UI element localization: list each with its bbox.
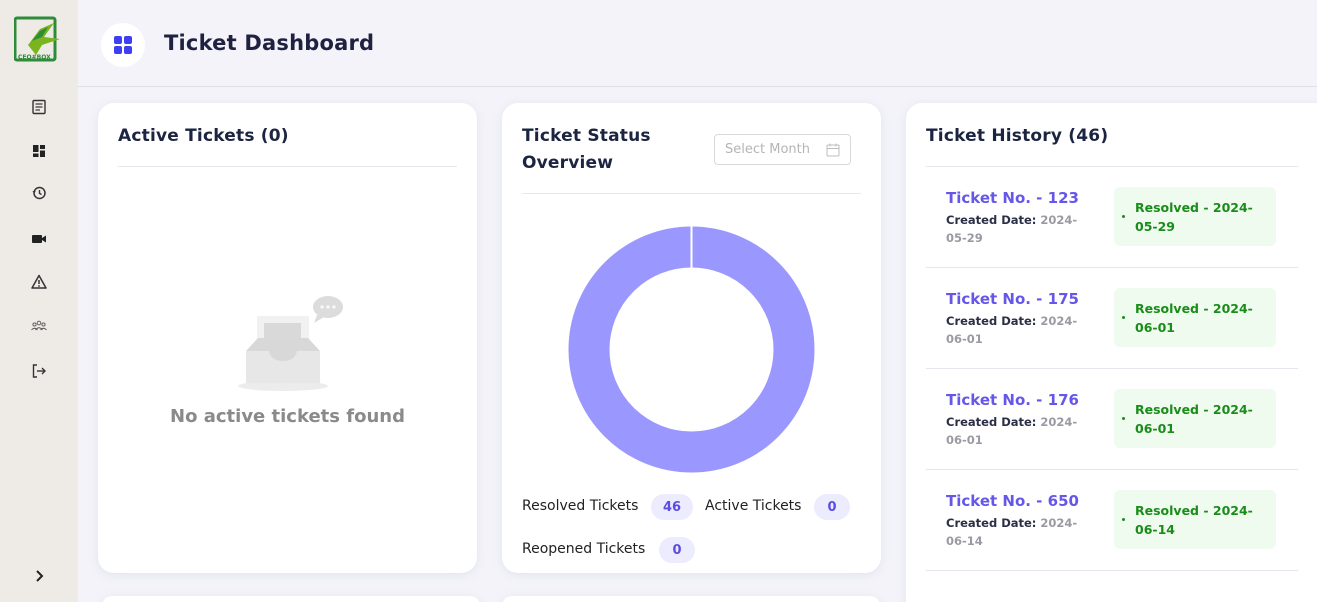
card-title: Ticket History (46) <box>926 126 1109 146</box>
empty-state-message: No active tickets found <box>170 406 405 427</box>
status-line: Resolved - 2024- <box>1135 301 1253 316</box>
created-date-label: Created Date: <box>946 314 1037 328</box>
empty-inbox-icon <box>238 296 343 391</box>
donut-slice-resolved-tickets[interactable] <box>568 226 815 473</box>
status-dot-icon <box>1122 316 1125 319</box>
legend-reopened-label: Reopened Tickets <box>522 541 646 557</box>
created-date-value: 2024- <box>1040 516 1078 530</box>
created-date: Created Date: 2024- 06-14 <box>946 514 1096 550</box>
status-line: Resolved - 2024- <box>1135 200 1253 215</box>
card-title: Active Tickets (0) <box>118 126 289 146</box>
history-icon[interactable] <box>29 183 49 203</box>
created-date: Created Date: 2024- 06-01 <box>946 413 1096 449</box>
ticket-status-card: Ticket Status Overview Select Month Reso… <box>502 103 881 573</box>
lower-card <box>502 596 880 602</box>
status-badge: Resolved - 2024- 06-01 <box>1114 288 1276 347</box>
ticket-history-item[interactable]: Ticket No. - 176 Created Date: 2024- 06-01… <box>926 369 1298 470</box>
month-select-placeholder: Select Month <box>725 142 810 157</box>
created-date-value: 06-01 <box>946 433 983 447</box>
created-date-value: 2024- <box>1040 314 1078 328</box>
status-text: Resolved - 2024- 06-14 <box>1135 501 1270 539</box>
created-date: Created Date: 2024- 06-01 <box>946 312 1096 348</box>
ticket-history-item[interactable]: Ticket No. - 123 Created Date: 2024- 05-29… <box>926 167 1298 268</box>
status-badge: Resolved - 2024- 05-29 <box>1114 187 1276 246</box>
main-content: Ticket Dashboard Active Tickets (0) No a… <box>78 0 1317 602</box>
status-line: Resolved - 2024- <box>1135 402 1253 417</box>
lower-card <box>102 596 480 602</box>
month-select[interactable]: Select Month <box>714 134 851 165</box>
legend-active-count: 0 <box>814 494 850 520</box>
svg-text:CEO#BOX: CEO#BOX <box>18 54 51 61</box>
status-line: 06-01 <box>1135 421 1175 436</box>
sidebar: CEO#BOX <box>0 0 78 602</box>
ticket-number-link[interactable]: Ticket No. - 176 <box>946 391 1079 409</box>
status-text: Resolved - 2024- 06-01 <box>1135 299 1270 337</box>
status-dot-icon <box>1122 215 1125 218</box>
status-dot-icon <box>1122 417 1125 420</box>
ticket-history-item[interactable]: Ticket No. - 650 Created Date: 2024- 06-14… <box>926 470 1298 571</box>
created-date-value: 06-01 <box>946 332 983 346</box>
video-icon[interactable] <box>29 229 49 249</box>
header-divider <box>78 86 1317 87</box>
status-line: 05-29 <box>1135 219 1175 234</box>
legend-resolved-count: 46 <box>651 494 694 520</box>
status-line: 06-14 <box>1135 522 1175 537</box>
dashboard-icon <box>101 23 145 67</box>
team-icon[interactable] <box>29 315 49 335</box>
active-tickets-card: Active Tickets (0) No active tickets fou… <box>98 103 477 573</box>
created-date: Created Date: 2024- 05-29 <box>946 211 1096 247</box>
card-title: Overview <box>522 153 614 173</box>
document-icon[interactable] <box>29 97 49 117</box>
chevron-right-icon[interactable] <box>29 566 49 586</box>
status-line: Resolved - 2024- <box>1135 503 1253 518</box>
logout-icon[interactable] <box>29 361 49 381</box>
ticket-number-link[interactable]: Ticket No. - 123 <box>946 189 1079 207</box>
page-title: Ticket Dashboard <box>164 31 375 55</box>
legend-reopened-count: 0 <box>659 537 695 563</box>
legend-active-label: Active Tickets <box>705 498 802 514</box>
created-date-value: 06-14 <box>946 534 983 548</box>
created-date-value: 2024- <box>1040 415 1078 429</box>
status-line: 06-01 <box>1135 320 1175 335</box>
ticket-number-link[interactable]: Ticket No. - 650 <box>946 492 1079 510</box>
status-text: Resolved - 2024- 05-29 <box>1135 198 1270 236</box>
status-badge: Resolved - 2024- 06-01 <box>1114 389 1276 448</box>
brand-logo[interactable]: CEO#BOX <box>13 15 62 63</box>
status-dot-icon <box>1122 518 1125 521</box>
divider <box>522 193 861 194</box>
created-date-label: Created Date: <box>946 213 1037 227</box>
created-date-value: 05-29 <box>946 231 983 245</box>
warning-icon[interactable] <box>29 272 49 292</box>
ticket-history-item[interactable]: Ticket No. - 175 Created Date: 2024- 06-01… <box>926 268 1298 369</box>
status-badge: Resolved - 2024- 06-14 <box>1114 490 1276 549</box>
dashboard-icon[interactable] <box>29 141 49 161</box>
created-date-label: Created Date: <box>946 415 1037 429</box>
ticket-history-card: Ticket History (46) Ticket No. - 123 Crea… <box>906 103 1317 602</box>
calendar-icon <box>826 143 840 157</box>
created-date-label: Created Date: <box>946 516 1037 530</box>
status-text: Resolved - 2024- 06-01 <box>1135 400 1270 438</box>
created-date-value: 2024- <box>1040 213 1078 227</box>
divider <box>118 166 457 167</box>
legend-resolved-label: Resolved Tickets <box>522 498 639 514</box>
ticket-number-link[interactable]: Ticket No. - 175 <box>946 290 1079 308</box>
card-title: Ticket Status <box>522 126 651 146</box>
ticket-status-donut-chart <box>568 225 815 473</box>
